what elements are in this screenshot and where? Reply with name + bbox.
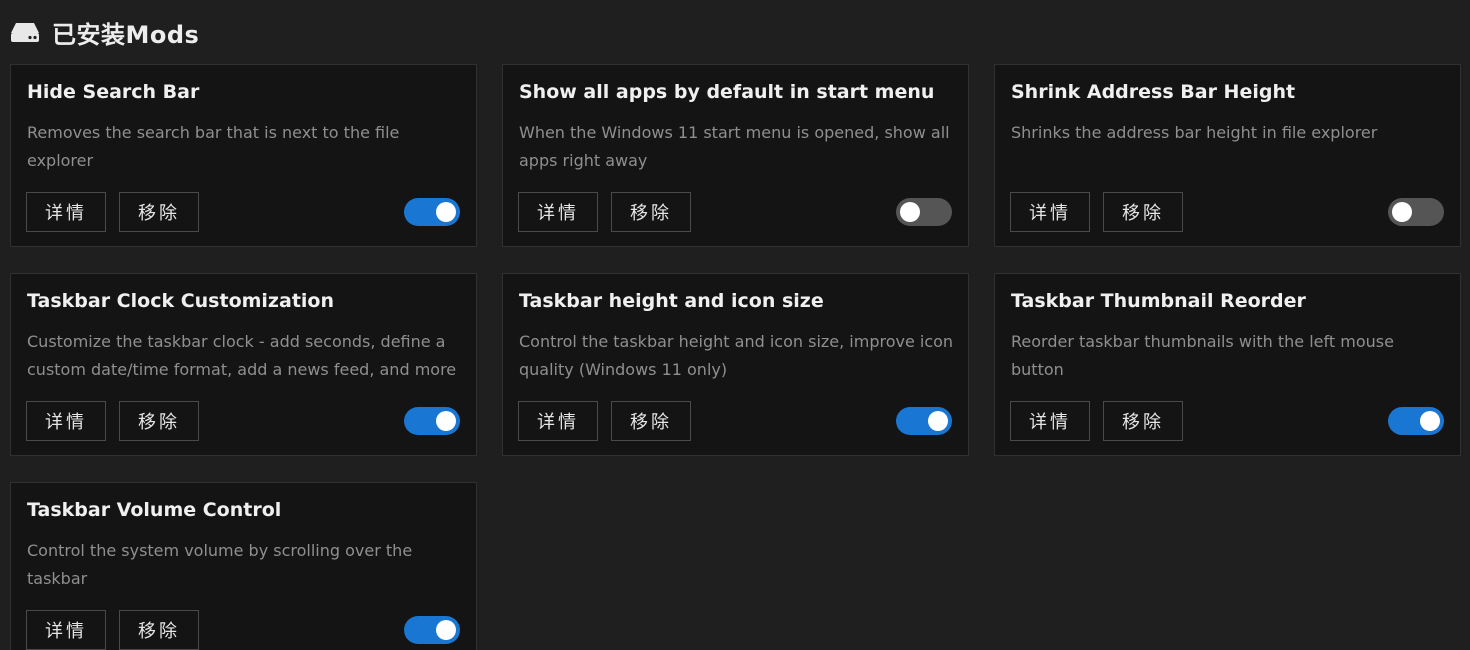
mod-actions: 详情 移除	[1010, 192, 1183, 232]
enable-toggle[interactable]	[404, 198, 460, 226]
remove-button[interactable]: 移除	[611, 401, 691, 441]
details-button[interactable]: 详情	[1010, 192, 1090, 232]
mod-description: Control the system volume by scrolling o…	[27, 541, 413, 588]
mod-title: Taskbar Clock Customization	[27, 290, 334, 312]
details-button[interactable]: 详情	[26, 401, 106, 441]
details-button[interactable]: 详情	[26, 610, 106, 650]
mod-description: When the Windows 11 start menu is opened…	[519, 123, 950, 170]
remove-button[interactable]: 移除	[1103, 401, 1183, 441]
installed-mods-page: 已安装Mods Hide Search Bar Removes the sear…	[0, 0, 1470, 650]
remove-button[interactable]: 移除	[1103, 192, 1183, 232]
mod-description: Shrinks the address bar height in file e…	[1011, 123, 1378, 142]
toggle-knob	[436, 202, 456, 222]
remove-button[interactable]: 移除	[119, 192, 199, 232]
mod-description: Customize the taskbar clock - add second…	[27, 332, 457, 379]
details-button[interactable]: 详情	[518, 192, 598, 232]
enable-toggle[interactable]	[896, 407, 952, 435]
mod-card: Shrink Address Bar Height Shrinks the ad…	[994, 64, 1461, 247]
mod-card: Show all apps by default in start menu W…	[502, 64, 969, 247]
mod-description: Removes the search bar that is next to t…	[27, 123, 400, 170]
remove-button[interactable]: 移除	[611, 192, 691, 232]
mod-actions: 详情 移除	[1010, 401, 1183, 441]
mod-actions: 详情 移除	[518, 192, 691, 232]
toggle-knob	[1392, 202, 1412, 222]
enable-toggle[interactable]	[404, 407, 460, 435]
mod-title: Shrink Address Bar Height	[1011, 81, 1296, 103]
mod-card-grid: Hide Search Bar Removes the search bar t…	[10, 64, 1461, 650]
details-button[interactable]: 详情	[518, 401, 598, 441]
remove-button[interactable]: 移除	[119, 610, 199, 650]
mod-actions: 详情 移除	[26, 192, 199, 232]
toggle-knob	[928, 411, 948, 431]
mod-card: Taskbar Thumbnail Reorder Reorder taskba…	[994, 273, 1461, 456]
mod-card: Hide Search Bar Removes the search bar t…	[10, 64, 477, 247]
enable-toggle[interactable]	[1388, 407, 1444, 435]
mod-card: Taskbar height and icon size Control the…	[502, 273, 969, 456]
mod-description: Reorder taskbar thumbnails with the left…	[1011, 332, 1394, 379]
mod-title: Taskbar Thumbnail Reorder	[1011, 290, 1306, 312]
mod-actions: 详情 移除	[26, 401, 199, 441]
mod-actions: 详情 移除	[518, 401, 691, 441]
toggle-knob	[900, 202, 920, 222]
details-button[interactable]: 详情	[1010, 401, 1090, 441]
toggle-knob	[436, 620, 456, 640]
mod-actions: 详情 移除	[26, 610, 199, 650]
mod-title: Taskbar Volume Control	[27, 499, 282, 521]
section-header: 已安装Mods	[10, 14, 199, 50]
details-button[interactable]: 详情	[26, 192, 106, 232]
enable-toggle[interactable]	[896, 198, 952, 226]
toggle-knob	[1420, 411, 1440, 431]
hard-drive-icon	[10, 21, 40, 43]
enable-toggle[interactable]	[404, 616, 460, 644]
remove-button[interactable]: 移除	[119, 401, 199, 441]
mod-title: Taskbar height and icon size	[519, 290, 824, 312]
mod-description: Control the taskbar height and icon size…	[519, 332, 954, 379]
mod-card: Taskbar Volume Control Control the syste…	[10, 482, 477, 650]
page-title: 已安装Mods	[52, 20, 200, 49]
mod-title: Show all apps by default in start menu	[519, 81, 935, 103]
toggle-knob	[436, 411, 456, 431]
mod-card: Taskbar Clock Customization Customize th…	[10, 273, 477, 456]
mod-title: Hide Search Bar	[27, 81, 200, 103]
enable-toggle[interactable]	[1388, 198, 1444, 226]
